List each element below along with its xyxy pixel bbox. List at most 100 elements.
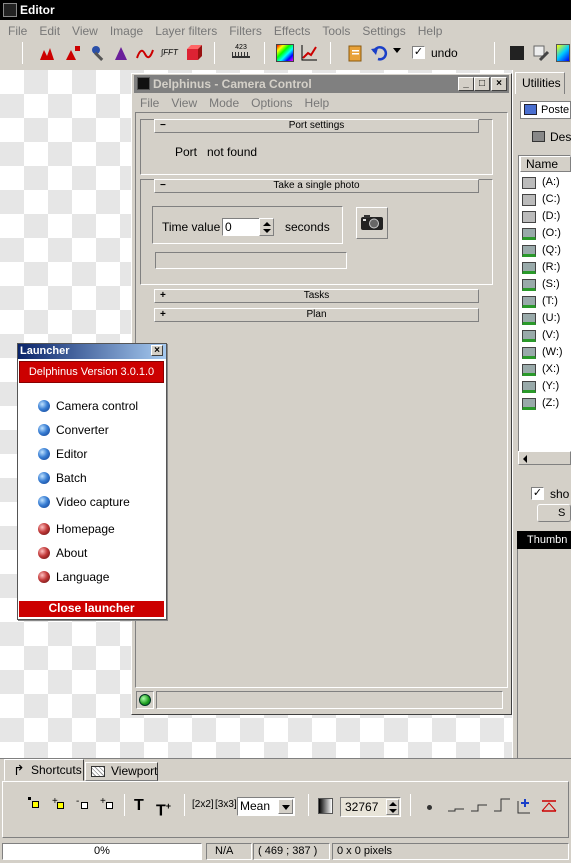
camera-menu-file[interactable]: File <box>134 95 165 111</box>
graph-icon[interactable] <box>300 44 318 62</box>
menu-layer-filters[interactable]: Layer filters <box>149 22 223 40</box>
drive-label: (D:) <box>542 210 561 222</box>
add-marker-icon[interactable] <box>516 797 534 815</box>
utilities-item-poste[interactable]: Poste <box>520 101 571 119</box>
undo-checkbox[interactable]: ✓ <box>412 46 425 59</box>
clipboard-icon[interactable] <box>346 44 364 62</box>
close-button[interactable]: × <box>491 77 507 91</box>
tasks-title: Tasks <box>303 290 330 301</box>
port-settings-title: Port settings <box>288 120 345 131</box>
tasks-toggle[interactable]: + <box>160 290 166 302</box>
tasks-header[interactable]: + Tasks <box>154 289 479 303</box>
time-value-input[interactable] <box>222 218 260 236</box>
gradient-icon[interactable] <box>318 798 333 814</box>
launcher-title: Launcher <box>20 345 70 357</box>
panel-button-s[interactable]: S <box>537 504 571 522</box>
camera-menu-mode[interactable]: Mode <box>203 95 245 111</box>
take-photo-button[interactable] <box>356 207 388 239</box>
network-drive-icon <box>522 398 536 410</box>
fft-icon[interactable]: ∫FFT <box>161 44 179 62</box>
menu-settings[interactable]: Settings <box>356 22 411 40</box>
drive-list-scrollbar[interactable] <box>518 451 571 465</box>
minimize-button[interactable]: _ <box>458 77 474 91</box>
blue-globe-icon <box>38 400 50 412</box>
undo-dropdown-icon[interactable] <box>393 48 401 53</box>
mode-select-dropdown-icon[interactable] <box>278 799 293 814</box>
value-up-icon[interactable] <box>389 802 397 806</box>
scroll-left-icon[interactable] <box>523 455 527 463</box>
point-remove-icon[interactable]: - <box>76 797 94 815</box>
tab-utilities[interactable]: Utilities <box>515 72 565 94</box>
range-marker-icon[interactable] <box>540 797 558 815</box>
column-header-name-label: Name <box>526 157 559 171</box>
network-drive-icon <box>522 279 536 291</box>
menu-help[interactable]: Help <box>412 22 449 40</box>
thumbnail-header: Thumbn <box>517 531 571 549</box>
shortcut-checkbox[interactable]: ✓ <box>531 487 544 500</box>
menu-image[interactable]: Image <box>104 22 149 40</box>
camera-menu-options[interactable]: Options <box>245 95 298 111</box>
port-settings-header[interactable]: − Port settings <box>154 119 479 133</box>
menu-view[interactable]: View <box>66 22 104 40</box>
menu-edit[interactable]: Edit <box>33 22 66 40</box>
text-tool-icon[interactable]: T <box>134 797 152 815</box>
maximize-button[interactable]: □ <box>474 77 490 91</box>
close-launcher-button[interactable]: Close launcher <box>19 601 164 617</box>
histogram-plus-icon[interactable] <box>64 44 82 62</box>
menu-effects[interactable]: Effects <box>268 22 316 40</box>
shortcut-arrow-icon: ↱ <box>13 762 25 778</box>
tab-viewport[interactable]: Viewport <box>85 762 158 781</box>
value-down-icon[interactable] <box>389 809 397 813</box>
histogram-icon[interactable] <box>38 44 56 62</box>
computer-icon <box>524 104 537 115</box>
plan-toggle[interactable]: + <box>160 309 166 321</box>
menu-filters[interactable]: Filters <box>223 22 268 40</box>
tab-shortcuts[interactable]: ↱ Shortcuts <box>4 759 84 781</box>
step-low-icon[interactable] <box>447 797 465 815</box>
rainbow-icon[interactable] <box>556 44 570 62</box>
step-mid-icon[interactable] <box>470 797 488 815</box>
dot-icon[interactable] <box>427 805 432 810</box>
toolbar-separator <box>330 42 331 64</box>
ruler-icon[interactable]: 423 <box>232 44 250 62</box>
wrench-icon[interactable] <box>90 44 108 62</box>
curve-icon[interactable] <box>136 44 154 62</box>
single-photo-header[interactable]: − Take a single photo <box>154 179 479 193</box>
value-field-text: 32767 <box>345 800 379 814</box>
single-photo-toggle[interactable]: − <box>160 180 166 192</box>
main-menu-bar: File Edit View Image Layer filters Filters Eff… <box>2 22 571 40</box>
tab-viewport-label: Viewport <box>111 764 158 778</box>
undo-icon[interactable] <box>370 44 388 62</box>
camera-menu-view[interactable]: View <box>165 95 203 111</box>
tools-icon[interactable] <box>532 44 550 62</box>
time-value-stepper[interactable] <box>259 218 274 236</box>
na-cell: N/A <box>206 843 252 860</box>
color-palette-icon[interactable] <box>276 44 294 62</box>
mode-select[interactable]: Mean <box>237 797 295 816</box>
menu-file[interactable]: File <box>2 22 33 40</box>
camera-menu-help[interactable]: Help <box>299 95 336 111</box>
point-move-icon[interactable]: + <box>100 797 118 815</box>
network-drive-icon <box>522 364 536 376</box>
point-select-icon[interactable] <box>28 797 46 815</box>
step-high-icon[interactable] <box>493 797 511 815</box>
flask-icon[interactable] <box>112 44 130 62</box>
menu-tools[interactable]: Tools <box>316 22 356 40</box>
plan-header[interactable]: + Plan <box>154 308 479 322</box>
stepper-down-icon[interactable] <box>263 229 271 233</box>
black-square-icon[interactable] <box>510 46 524 60</box>
zoom-2x2-button[interactable]: [2x2] <box>192 799 214 810</box>
port-settings-toggle[interactable]: − <box>160 120 166 132</box>
text-add-icon[interactable]: T+ <box>156 797 174 819</box>
launcher-close-button[interactable]: × <box>151 345 163 356</box>
zoom-3x3-button[interactable]: [3x3] <box>215 799 237 810</box>
bottom-separator <box>308 794 309 816</box>
point-add-icon[interactable]: + <box>52 797 70 815</box>
value-stepper[interactable] <box>386 799 399 815</box>
stepper-up-icon[interactable] <box>263 222 271 226</box>
utilities-item-des[interactable]: Des <box>530 128 571 146</box>
value-field[interactable]: 32767 <box>340 797 401 817</box>
main-window-title: Editor <box>20 3 55 17</box>
column-header-name[interactable]: Name <box>520 156 571 172</box>
3d-icon[interactable] <box>185 44 203 62</box>
